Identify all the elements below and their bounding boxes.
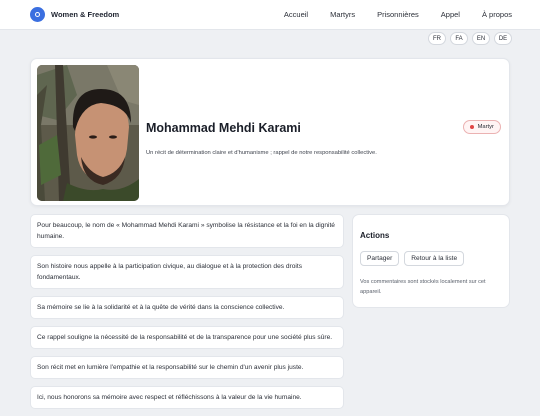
brand-name: Women & Freedom — [51, 10, 120, 19]
statement-list: Pour beaucoup, le nom de « Mohammad Mehd… — [30, 214, 344, 416]
actions-panel: Actions Partager Retour à la liste Vos c… — [352, 214, 510, 308]
profile-photo — [37, 65, 139, 201]
profile-subtitle: Un récit de détermination claire et d'hu… — [146, 150, 377, 156]
actions-button-row: Partager Retour à la liste — [360, 251, 469, 266]
status-badge: Martyr — [462, 120, 501, 134]
status-badge-label: Martyr — [477, 124, 494, 130]
back-to-list-button[interactable]: Retour à la liste — [404, 251, 465, 266]
statement-item: Ici, nous honorons sa mémoire avec respe… — [30, 386, 344, 409]
share-button[interactable]: Partager — [360, 251, 400, 266]
brand[interactable]: Women & Freedom — [30, 7, 119, 22]
nav-appeal-link[interactable]: Appel — [441, 10, 460, 19]
pin-icon — [469, 125, 474, 129]
lang-button-en[interactable]: EN — [472, 32, 490, 45]
top-navigation-bar: Women & Freedom Accueil Martyrs Prisonni… — [0, 0, 540, 30]
main-nav: Accueil Martyrs Prisonnières Appel À pro… — [262, 10, 512, 19]
statement-item: Son histoire nous appelle à la participa… — [30, 255, 344, 289]
profile-card: Mohammad Mehdi Karami Un récit de déterm… — [30, 58, 510, 206]
actions-title: Actions — [360, 231, 390, 240]
statement-item: Pour beaucoup, le nom de « Mohammad Mehd… — [30, 214, 344, 248]
lang-button-fa[interactable]: FA — [450, 32, 468, 45]
nav-martyrs-link[interactable]: Martyrs — [330, 10, 355, 19]
statement-item: Son récit met en lumière l'empathie et l… — [30, 356, 344, 379]
storage-note: Vos commentaires sont stockés localement… — [360, 279, 486, 295]
nav-prisoners-link[interactable]: Prisonnières — [377, 10, 419, 19]
logo-icon — [30, 7, 45, 22]
statement-item: Ce rappel souligne la nécessité de la re… — [30, 326, 344, 349]
profile-name: Mohammad Mehdi Karami — [146, 121, 301, 135]
statement-item: Sa mémoire se lie à la solidarité et à l… — [30, 296, 344, 319]
lang-button-fr[interactable]: FR — [428, 32, 446, 45]
lang-button-de[interactable]: DE — [494, 32, 512, 45]
language-switcher: FR FA EN DE — [424, 32, 512, 45]
nav-about-link[interactable]: À propos — [482, 10, 512, 19]
nav-home-link[interactable]: Accueil — [284, 10, 308, 19]
